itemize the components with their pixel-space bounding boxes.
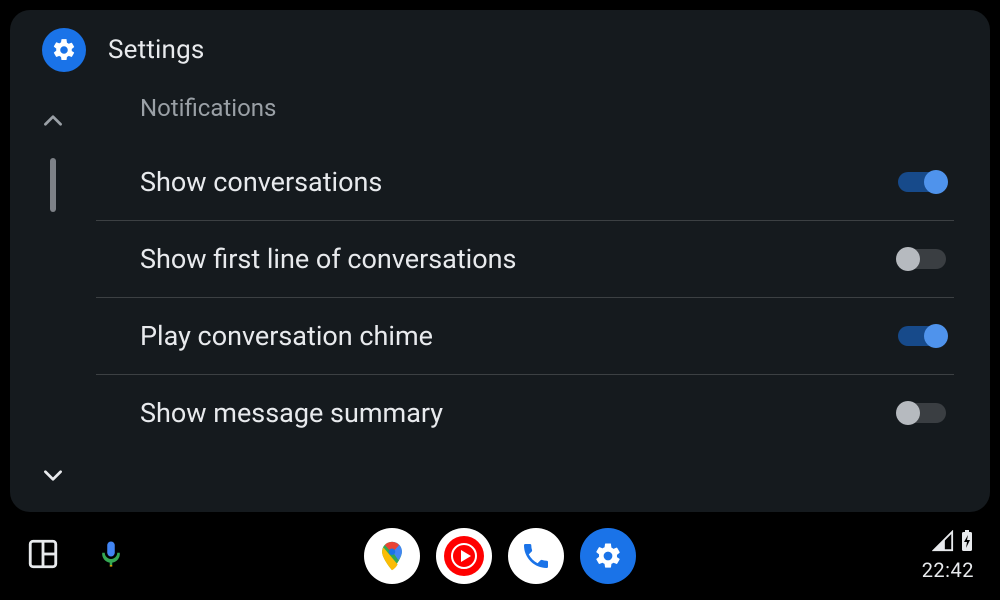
setting-label: Play conversation chime xyxy=(140,320,433,352)
nav-left xyxy=(26,537,126,575)
status-icons xyxy=(932,530,974,556)
nav-bar: 22:42 xyxy=(0,512,1000,600)
toggle-play-chime[interactable] xyxy=(898,326,946,346)
scrollbar-track[interactable] xyxy=(50,158,56,442)
setting-row-show-conversations[interactable]: Show conversations xyxy=(96,144,954,221)
panel-body: Notifications Show conversations Show fi… xyxy=(10,94,990,512)
maps-app-icon[interactable] xyxy=(364,528,420,584)
screen: Settings Notifications Show conversation… xyxy=(0,0,1000,600)
settings-panel: Settings Notifications Show conversation… xyxy=(10,10,990,512)
toggle-show-conversations[interactable] xyxy=(898,172,946,192)
app-launcher-icon[interactable] xyxy=(26,537,60,575)
scroll-nav xyxy=(10,94,96,512)
setting-row-play-chime[interactable]: Play conversation chime xyxy=(96,298,954,375)
gear-icon xyxy=(42,28,86,72)
app-dock xyxy=(364,528,636,584)
toggle-show-summary[interactable] xyxy=(898,403,946,423)
panel-header: Settings xyxy=(10,28,990,94)
setting-label: Show message summary xyxy=(140,397,443,429)
settings-app-icon[interactable] xyxy=(580,528,636,584)
page-title: Settings xyxy=(108,35,205,65)
scroll-down-button[interactable] xyxy=(34,456,72,498)
section-title: Notifications xyxy=(96,94,954,144)
youtube-music-app-icon[interactable] xyxy=(436,528,492,584)
toggle-show-first-line[interactable] xyxy=(898,249,946,269)
scroll-up-button[interactable] xyxy=(34,102,72,144)
battery-charging-icon xyxy=(960,530,974,556)
setting-label: Show conversations xyxy=(140,166,382,198)
setting-row-show-summary[interactable]: Show message summary xyxy=(96,375,954,451)
phone-app-icon[interactable] xyxy=(508,528,564,584)
setting-label: Show first line of conversations xyxy=(140,243,516,275)
mic-icon[interactable] xyxy=(96,539,126,573)
status-area: 22:42 xyxy=(922,530,974,582)
clock: 22:42 xyxy=(922,558,974,582)
signal-icon xyxy=(932,530,954,556)
settings-list: Notifications Show conversations Show fi… xyxy=(96,94,990,512)
setting-row-show-first-line[interactable]: Show first line of conversations xyxy=(96,221,954,298)
scrollbar-thumb[interactable] xyxy=(50,158,56,212)
